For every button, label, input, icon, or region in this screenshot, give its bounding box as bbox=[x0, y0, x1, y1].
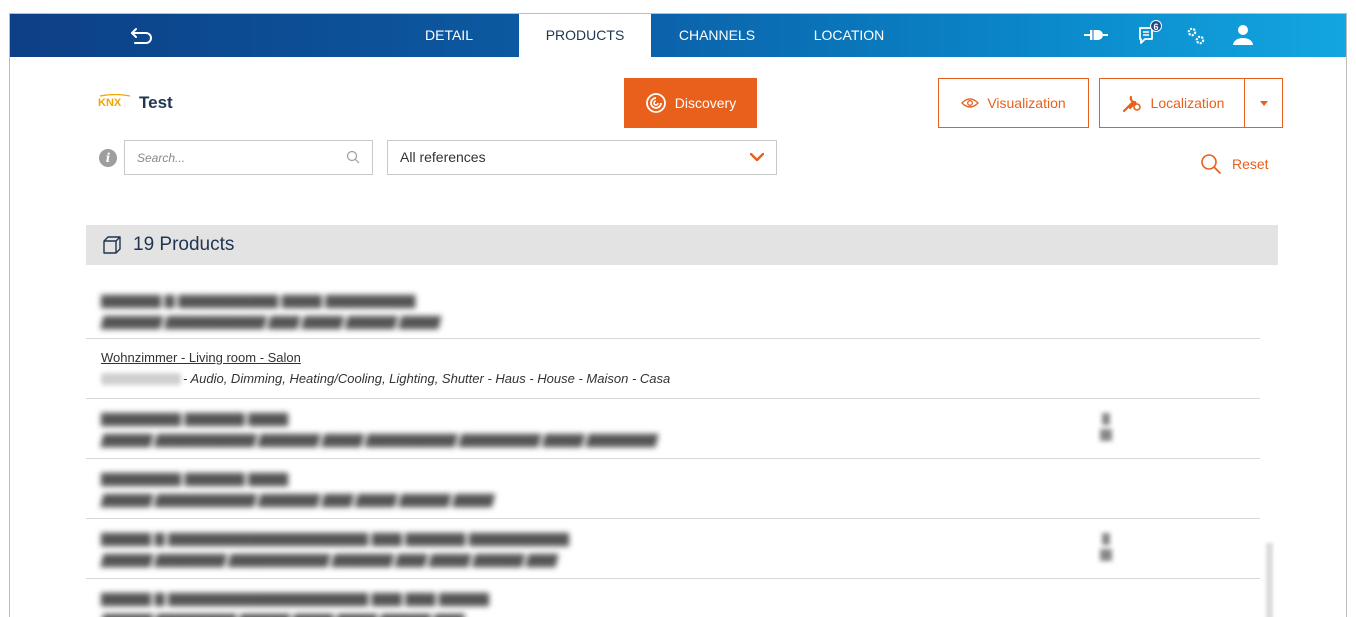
knx-logo: KNX bbox=[98, 93, 132, 115]
tools-icon bbox=[1122, 95, 1141, 113]
reference-select[interactable]: All references bbox=[387, 140, 777, 175]
products-count: 19 Products bbox=[133, 234, 235, 255]
svg-text:KNX: KNX bbox=[98, 97, 122, 109]
list-item-blurred[interactable]: ▇▇▇▇▇ ▇ ▇▇▇▇▇▇▇▇▇▇▇▇▇▇▇▇▇▇▇▇ ▇▇▇ ▇▇▇▇▇▇ … bbox=[86, 519, 1260, 579]
localization-dropdown-toggle[interactable] bbox=[1244, 78, 1283, 128]
list-item-blurred[interactable]: ▇▇▇▇▇▇ ▇ ▇▇▇▇▇▇▇▇▇▇ ▇▇▇▇ ▇▇▇▇▇▇▇▇▇ ▇▇▇▇▇… bbox=[86, 273, 1260, 339]
back-icon[interactable] bbox=[128, 24, 158, 46]
connection-icon[interactable] bbox=[1084, 28, 1108, 54]
tab-products[interactable]: PRODUCTS bbox=[519, 14, 651, 57]
app-window: DETAIL PRODUCTS CHANNELS LOCATION 6 KNX … bbox=[9, 13, 1347, 617]
product-title[interactable]: Wohnzimmer - Living room - Salon bbox=[101, 350, 301, 365]
messages-icon[interactable]: 6 bbox=[1138, 20, 1162, 49]
blurred-icon bbox=[1100, 413, 1112, 441]
chevron-down-icon bbox=[750, 153, 764, 162]
list-item-blurred[interactable]: ▇▇▇▇▇▇▇▇ ▇▇▇▇▇▇ ▇▇▇▇ ▇▇▇▇▇ ▇▇▇▇▇▇▇▇▇▇ ▇▇… bbox=[86, 459, 1260, 519]
settings-icon[interactable] bbox=[1186, 26, 1206, 52]
eye-icon bbox=[961, 98, 980, 108]
top-nav-bar: DETAIL PRODUCTS CHANNELS LOCATION 6 bbox=[10, 14, 1346, 57]
localization-button[interactable]: Localization bbox=[1099, 78, 1245, 128]
discovery-icon bbox=[645, 93, 666, 113]
user-icon[interactable] bbox=[1232, 24, 1254, 50]
project-title: Test bbox=[139, 93, 173, 112]
list-item[interactable]: Wohnzimmer - Living room - Salon - Audio… bbox=[86, 339, 1260, 399]
info-icon[interactable]: i bbox=[99, 149, 117, 167]
tab-location[interactable]: LOCATION bbox=[794, 14, 904, 57]
reset-button[interactable]: Reset bbox=[1200, 153, 1269, 175]
discovery-label: Discovery bbox=[674, 95, 737, 111]
search-input[interactable] bbox=[125, 141, 325, 174]
products-header: 19 Products bbox=[86, 225, 1278, 265]
messages-badge: 6 bbox=[1150, 20, 1162, 32]
reset-search-icon bbox=[1201, 154, 1221, 174]
tab-detail[interactable]: DETAIL bbox=[404, 14, 494, 57]
tab-channels[interactable]: CHANNELS bbox=[662, 14, 772, 57]
search-icon bbox=[346, 150, 360, 164]
blurred-icon bbox=[1100, 533, 1112, 561]
localization-label: Localization bbox=[1150, 95, 1225, 111]
caret-down-icon bbox=[1259, 100, 1268, 106]
discovery-button[interactable]: Discovery bbox=[624, 78, 757, 128]
scrollbar-thumb[interactable] bbox=[1266, 543, 1273, 617]
visualization-label: Visualization bbox=[987, 95, 1066, 111]
list-item-blurred[interactable]: ▇▇▇▇▇ ▇ ▇▇▇▇▇▇▇▇▇▇▇▇▇▇▇▇▇▇▇▇ ▇▇▇ ▇▇▇ ▇▇▇… bbox=[86, 579, 1260, 617]
search-field[interactable] bbox=[124, 140, 373, 175]
reference-select-value: All references bbox=[400, 149, 486, 165]
cube-icon bbox=[103, 236, 121, 254]
reset-label: Reset bbox=[1232, 156, 1269, 172]
blurred-reference bbox=[101, 373, 181, 385]
visualization-button[interactable]: Visualization bbox=[938, 78, 1089, 128]
list-item-blurred[interactable]: ▇▇▇▇▇▇▇▇ ▇▇▇▇▇▇ ▇▇▇▇ ▇▇▇▇▇ ▇▇▇▇▇▇▇▇▇▇ ▇▇… bbox=[86, 399, 1260, 459]
product-subtitle: - Audio, Dimming, Heating/Cooling, Light… bbox=[101, 371, 670, 386]
